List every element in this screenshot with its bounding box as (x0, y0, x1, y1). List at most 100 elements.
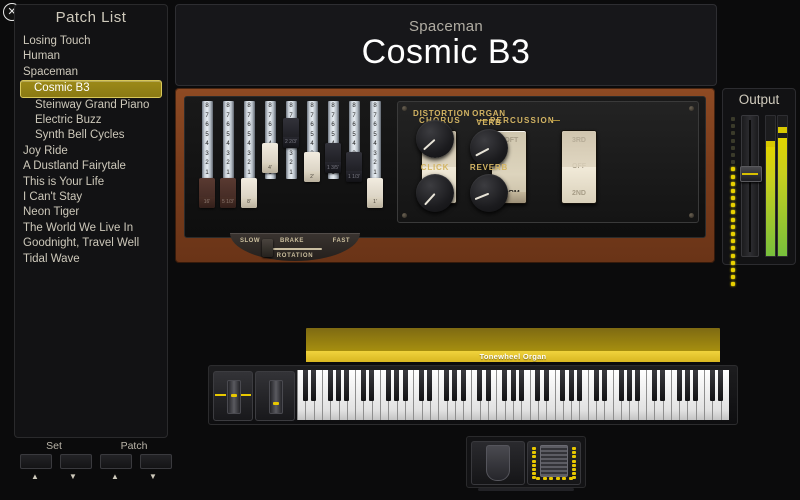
layer-zone-bar[interactable]: Tonewheel Organ (306, 328, 720, 362)
pitch-bend-wheel[interactable] (227, 380, 241, 414)
patch-list-item[interactable]: Goodnight, Travel Well (21, 236, 161, 251)
knob-body[interactable] (470, 174, 508, 212)
patch-list-item[interactable]: Synth Bell Cycles (21, 128, 161, 143)
patch-down-arrow-icon[interactable]: ▼ (138, 473, 168, 481)
black-key[interactable] (518, 370, 524, 401)
black-key[interactable] (419, 370, 425, 401)
black-key[interactable] (427, 370, 433, 401)
set-up-arrow-icon[interactable]: ▲ (20, 473, 50, 481)
sustain-pedal[interactable] (471, 441, 525, 485)
patch-list-item[interactable]: The World We Live In (21, 221, 161, 236)
set-stepper-group: Set ▲ ▼ (20, 440, 92, 481)
drawbar[interactable]: 876543212 2/3' (283, 101, 299, 219)
knob-organ-verb[interactable]: ORGAN VERB (467, 109, 511, 167)
patch-list-item[interactable]: Cosmic B3 (20, 80, 162, 98)
knob-distortion[interactable]: DISTORTION (413, 109, 469, 158)
black-key[interactable] (693, 370, 699, 401)
black-key[interactable] (502, 370, 508, 401)
patch-list-item[interactable]: Joy Ride (21, 144, 161, 159)
black-key[interactable] (709, 370, 715, 401)
drawbar-handle[interactable]: 1 3/5' (325, 143, 341, 174)
black-key[interactable] (576, 370, 582, 401)
black-key[interactable] (510, 370, 516, 401)
patch-list-item[interactable]: Steinway Grand Piano (21, 98, 161, 113)
black-key[interactable] (336, 370, 342, 401)
black-key[interactable] (684, 370, 690, 401)
black-key[interactable] (344, 370, 350, 401)
black-key[interactable] (302, 370, 308, 401)
patch-list-item[interactable]: Electric Buzz (21, 113, 161, 128)
black-key[interactable] (560, 370, 566, 401)
black-key[interactable] (394, 370, 400, 401)
black-key[interactable] (402, 370, 408, 401)
drawbar[interactable]: 87654321 5 1/3' (220, 101, 236, 219)
black-key[interactable] (676, 370, 682, 401)
black-key[interactable] (626, 370, 632, 401)
knob-click[interactable]: CLICK (413, 163, 457, 212)
set-prev-button[interactable] (20, 454, 52, 469)
black-key[interactable] (452, 370, 458, 401)
black-key[interactable] (718, 370, 724, 401)
drawbar-handle[interactable]: 2 2/3' (283, 117, 299, 148)
keybed[interactable] (297, 370, 729, 420)
black-key[interactable] (543, 370, 549, 401)
patch-list-item[interactable]: This is Your Life (21, 175, 161, 190)
black-key[interactable] (485, 370, 491, 401)
drawbar[interactable]: 876543211 3/5' (325, 101, 341, 219)
black-key[interactable] (593, 370, 599, 401)
drawbar[interactable]: 8 7 6 5 4 3 2 1 8' (241, 101, 257, 219)
percussion-harmonic-switch[interactable]: 3RD OFF 2ND (561, 130, 597, 204)
black-key[interactable] (535, 370, 541, 401)
knob-body[interactable] (416, 174, 454, 212)
output-fader[interactable] (740, 115, 762, 257)
drawbar[interactable]: 876543211 1/3' (346, 101, 362, 219)
drawbar-handle[interactable]: 8' (241, 177, 257, 208)
black-key[interactable] (385, 370, 391, 401)
output-fader-handle[interactable] (740, 166, 762, 183)
black-key[interactable] (651, 370, 657, 401)
black-key[interactable] (618, 370, 624, 401)
expression-pedal[interactable] (527, 441, 581, 485)
drawbar-handle[interactable]: 1' (367, 177, 383, 208)
drawbar[interactable]: 876543212' (304, 101, 320, 219)
black-key[interactable] (568, 370, 574, 401)
drawbar[interactable]: 8 7 6 5 4 3 2 1 16' (199, 101, 215, 219)
drawbar[interactable]: 876543214' (262, 101, 278, 219)
drawbar-handle[interactable]: 2' (304, 152, 320, 182)
drawbar-handle[interactable]: 16' (199, 177, 215, 208)
patch-list-item[interactable]: Tidal Wave (21, 252, 161, 267)
patch-list-item[interactable]: Spaceman (21, 65, 161, 80)
black-key[interactable] (460, 370, 466, 401)
set-next-button[interactable] (60, 454, 92, 469)
black-key[interactable] (444, 370, 450, 401)
drawbar-handle[interactable]: 5 1/3' (220, 177, 236, 208)
knob-body[interactable] (470, 129, 508, 167)
expression-pedal-body[interactable] (540, 445, 568, 477)
patch-list-item[interactable]: Human (21, 49, 161, 64)
patch-list-item[interactable]: A Dustland Fairytale (21, 159, 161, 174)
drawbar[interactable]: 8 7 6 5 4 3 2 1 1' (367, 101, 383, 219)
output-led (731, 210, 735, 215)
drawbar-handle[interactable]: 4' (262, 143, 278, 174)
black-key[interactable] (635, 370, 641, 401)
sustain-pedal-body[interactable] (486, 445, 510, 481)
knob-reverb[interactable]: REVERB (467, 163, 511, 212)
modulation-wheel[interactable] (269, 380, 283, 414)
set-down-arrow-icon[interactable]: ▼ (58, 473, 88, 481)
patch-list-item[interactable]: Neon Tiger (21, 205, 161, 220)
patch-list-item[interactable]: I Can't Stay (21, 190, 161, 205)
black-key[interactable] (311, 370, 317, 401)
knob-body[interactable] (416, 120, 454, 158)
drawbar-handle[interactable]: 1 1/3' (346, 152, 362, 182)
rotation-switch[interactable]: SLOW BRAKE FAST ROTATION (230, 233, 360, 263)
black-key[interactable] (477, 370, 483, 401)
black-key[interactable] (660, 370, 666, 401)
patch-prev-button[interactable] (100, 454, 132, 469)
black-key[interactable] (327, 370, 333, 401)
patch-list-item[interactable]: Losing Touch (21, 34, 161, 49)
black-key[interactable] (360, 370, 366, 401)
black-key[interactable] (369, 370, 375, 401)
patch-up-arrow-icon[interactable]: ▲ (100, 473, 130, 481)
black-key[interactable] (601, 370, 607, 401)
patch-next-button[interactable] (140, 454, 172, 469)
